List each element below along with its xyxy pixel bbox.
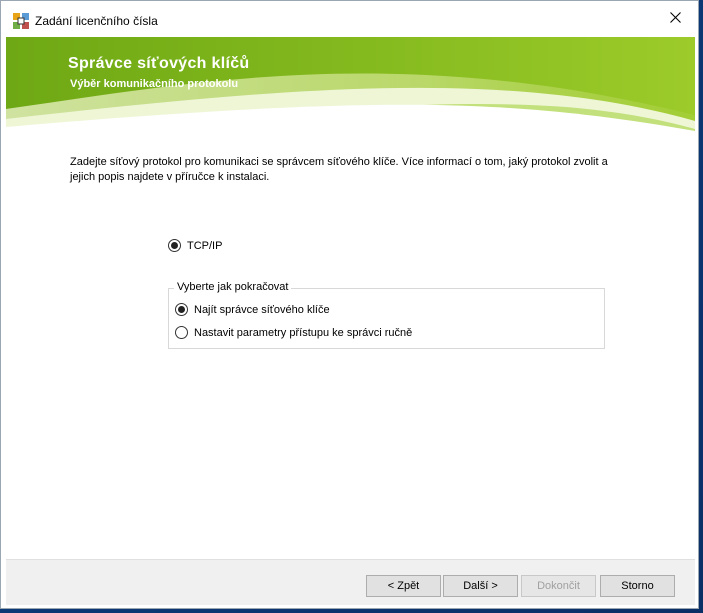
tcpip-radio-option[interactable]: TCP/IP (168, 239, 222, 252)
button-bar: < Zpět Další > Dokončit Storno (6, 559, 695, 605)
finish-button: Dokončit (521, 575, 596, 597)
cancel-button[interactable]: Storno (600, 575, 675, 597)
close-icon (669, 12, 681, 26)
banner-subtitle: Výběr komunikačního protokolu (70, 78, 239, 90)
banner-title: Správce síťových klíčů (68, 55, 250, 72)
tcpip-label: TCP/IP (187, 239, 223, 252)
header-banner: Správce síťových klíčů Výběr komunikační… (6, 37, 695, 131)
next-button[interactable]: Další > (443, 575, 518, 597)
group-legend: Vyberte jak pokračovat (174, 281, 292, 293)
title-bar: Zadání licenčního čísla (1, 1, 698, 37)
instructions-text: Zadejte síťový protokol pro komunikaci s… (70, 156, 608, 183)
manual-settings-label: Nastavit parametry přístupu ke správci r… (194, 326, 413, 339)
continue-options-group: Vyberte jak pokračovat Najít správce síť… (168, 281, 605, 349)
back-button[interactable]: < Zpět (366, 575, 441, 597)
find-manager-label: Najít správce síťového klíče (194, 303, 330, 316)
manual-settings-radio[interactable] (175, 326, 188, 339)
manual-settings-option[interactable]: Nastavit parametry přístupu ke správci r… (175, 326, 412, 339)
tcpip-radio[interactable] (168, 239, 181, 252)
find-manager-radio[interactable] (175, 303, 188, 316)
dialog-window: Zadání licenčního čísla Správce síťových… (0, 0, 699, 609)
license-key-app-icon (13, 13, 29, 29)
close-button[interactable] (652, 1, 698, 37)
find-manager-option[interactable]: Najít správce síťového klíče (175, 303, 330, 316)
content-panel: Zadejte síťový protokol pro komunikaci s… (6, 131, 695, 559)
window-title: Zadání licenčního čísla (35, 14, 158, 28)
